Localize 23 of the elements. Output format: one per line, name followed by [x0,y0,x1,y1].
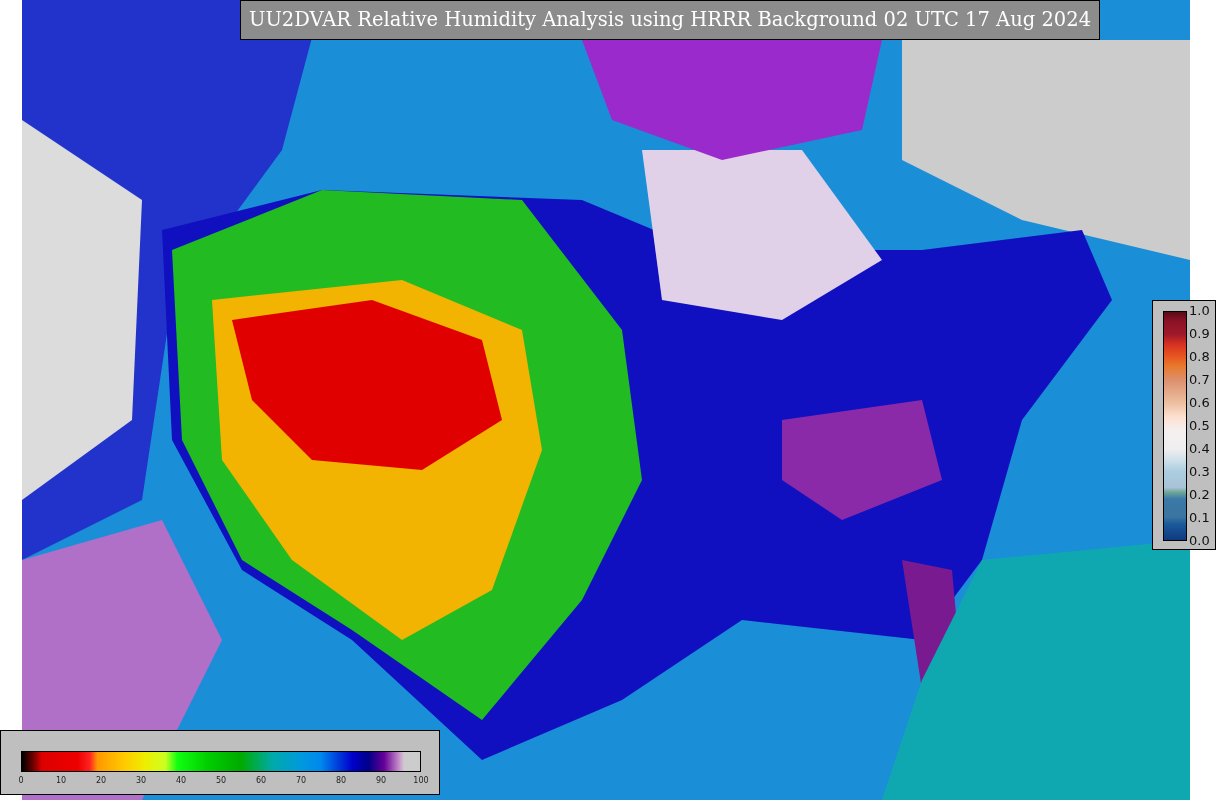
tick-label: 0.1 [1189,509,1210,528]
tick-label: 100 [413,775,429,787]
tick-label: 0.0 [1189,532,1210,551]
tick-label: 90 [375,775,387,787]
tick-label: 40 [175,775,187,787]
tick-label: 0.3 [1189,463,1210,482]
tick-label: 70 [295,775,307,787]
tick-label: 0.7 [1189,371,1210,390]
tick-label: 0.2 [1189,486,1210,505]
tick-label: 0 [18,775,24,787]
tick-label: 10 [55,775,67,787]
tick-label: 20 [95,775,107,787]
tick-label: 0.5 [1189,417,1210,436]
map-title: UU2DVAR Relative Humidity Analysis using HRRR Background 02 UTC 17 Aug 2024 [240,0,1100,40]
tick-label: 1.0 [1189,302,1210,321]
tick-label: 0.8 [1189,348,1210,367]
tick-label: 0.4 [1189,440,1210,459]
tick-label: 80 [335,775,347,787]
tick-label: 30 [135,775,147,787]
tick-label: 50 [215,775,227,787]
tick-label: 0.9 [1189,325,1210,344]
tick-label: 60 [255,775,267,787]
tick-label: 0.6 [1189,394,1210,413]
